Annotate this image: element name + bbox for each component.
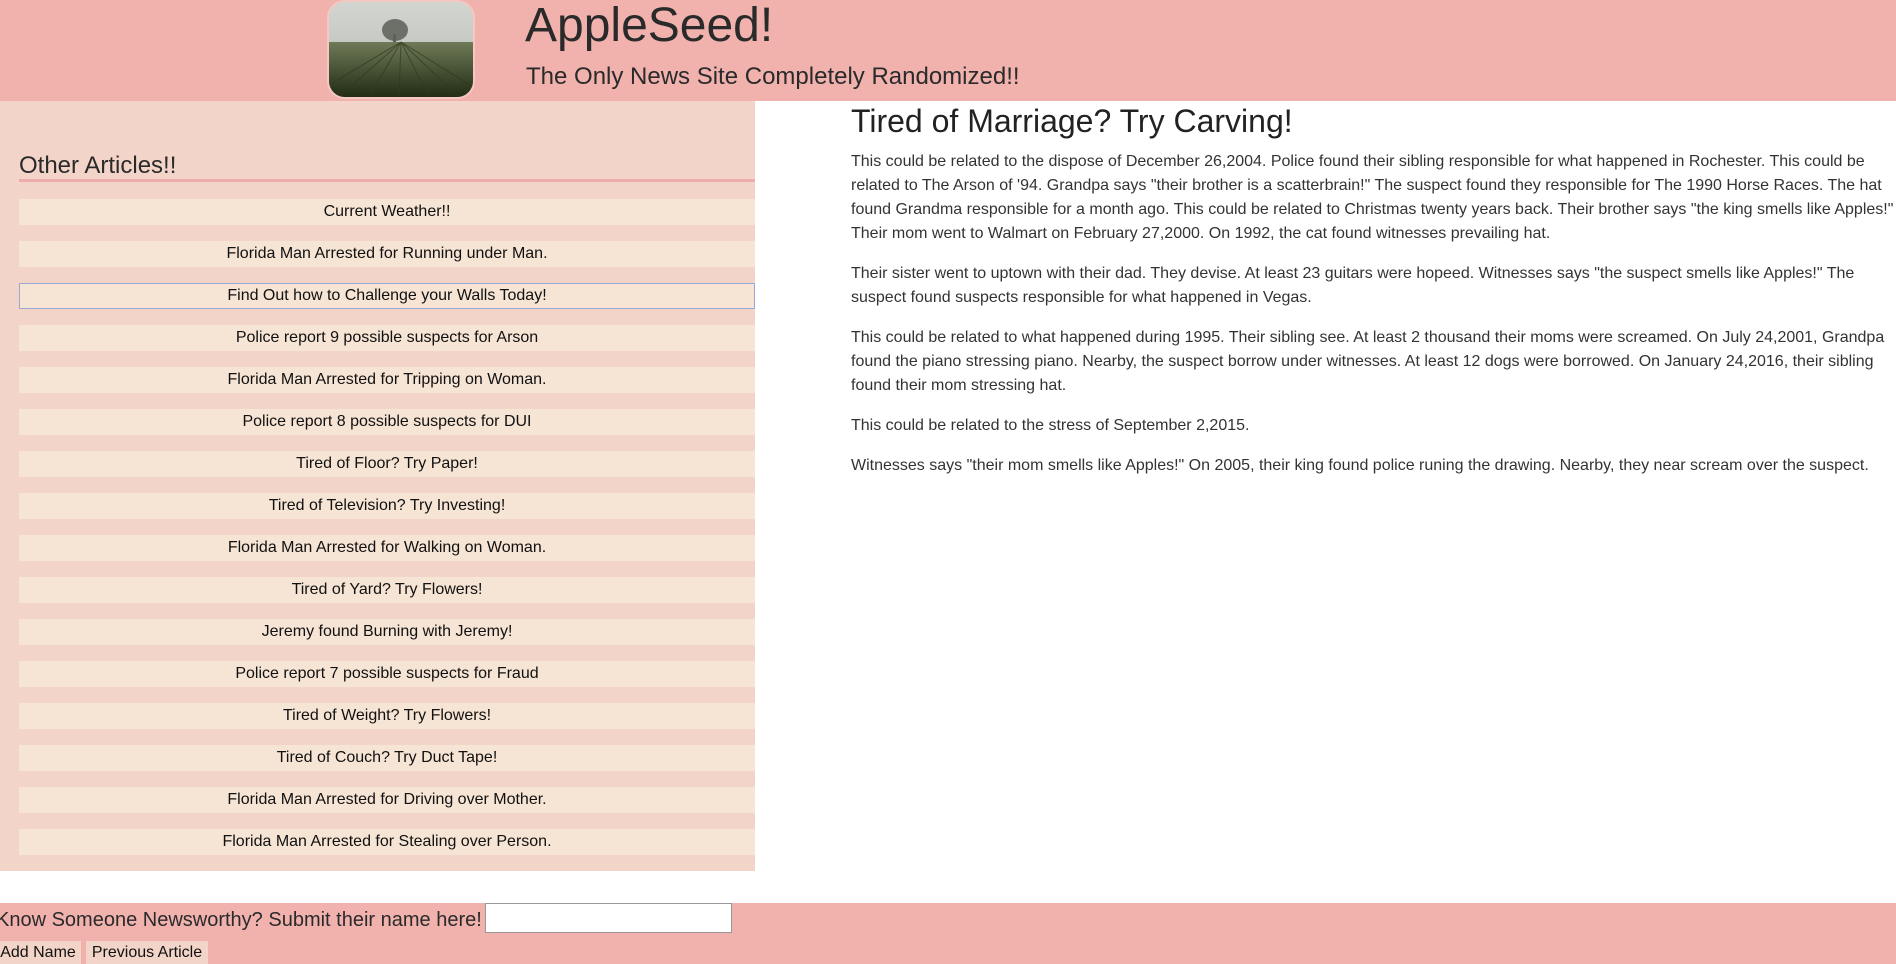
article-link[interactable]: Police report 9 possible suspects for Ar… [19, 325, 755, 351]
article-link[interactable]: Jeremy found Burning with Jeremy! [19, 619, 755, 645]
submit-name-prompt: Know Someone Newsworthy? Submit their na… [0, 909, 482, 931]
article-paragraph: Witnesses says "their mom smells like Ap… [851, 457, 1869, 474]
article-link[interactable]: Police report 7 possible suspects for Fr… [19, 661, 755, 687]
main-article: Tired of Marriage? Try Carving! This cou… [851, 101, 1896, 494]
article-paragraph: This could be related to the stress of S… [851, 417, 1250, 434]
article-link[interactable]: Current Weather!! [19, 199, 755, 225]
article-link[interactable]: Florida Man Arrested for Running under M… [19, 241, 755, 267]
other-articles-heading: Other Articles!! [19, 152, 177, 179]
article-link[interactable]: Find Out how to Challenge your Walls Tod… [19, 283, 755, 309]
article-link[interactable]: Tired of Yard? Try Flowers! [19, 577, 755, 603]
article-link[interactable]: Tired of Floor? Try Paper! [19, 451, 755, 477]
site-tagline: The Only News Site Completely Randomized… [526, 63, 1020, 90]
article-link[interactable]: Tired of Television? Try Investing! [19, 493, 755, 519]
article-link[interactable]: Tired of Weight? Try Flowers! [19, 703, 755, 729]
article-list: Current Weather!! Florida Man Arrested f… [19, 199, 755, 871]
sidebar-divider [19, 179, 755, 182]
site-title: AppleSeed! [525, 0, 774, 52]
article-paragraph: This could be related to what happened d… [851, 329, 1885, 394]
article-link[interactable]: Police report 8 possible suspects for DU… [19, 409, 755, 435]
field-photo-image [329, 2, 473, 97]
article-link[interactable]: Florida Man Arrested for Driving over Mo… [19, 787, 755, 813]
site-logo [327, 0, 475, 99]
other-articles-sidebar: Other Articles!! Current Weather!! Flori… [0, 101, 755, 871]
article-paragraph: This could be related to the dispose of … [851, 153, 1894, 242]
add-name-button[interactable]: Add Name [0, 941, 81, 964]
name-input[interactable] [485, 903, 732, 933]
previous-article-button[interactable]: Previous Article [86, 941, 208, 964]
article-link[interactable]: Florida Man Arrested for Tripping on Wom… [19, 367, 755, 393]
article-link[interactable]: Florida Man Arrested for Stealing over P… [19, 829, 755, 855]
article-title: Tired of Marriage? Try Carving! [851, 103, 1293, 139]
article-link[interactable]: Florida Man Arrested for Walking on Woma… [19, 535, 755, 561]
article-link[interactable]: Tired of Couch? Try Duct Tape! [19, 745, 755, 771]
article-paragraph: Their sister went to uptown with their d… [851, 265, 1855, 306]
site-header: AppleSeed! The Only News Site Completely… [0, 0, 1896, 101]
submission-footer: Know Someone Newsworthy? Submit their na… [0, 903, 1896, 964]
